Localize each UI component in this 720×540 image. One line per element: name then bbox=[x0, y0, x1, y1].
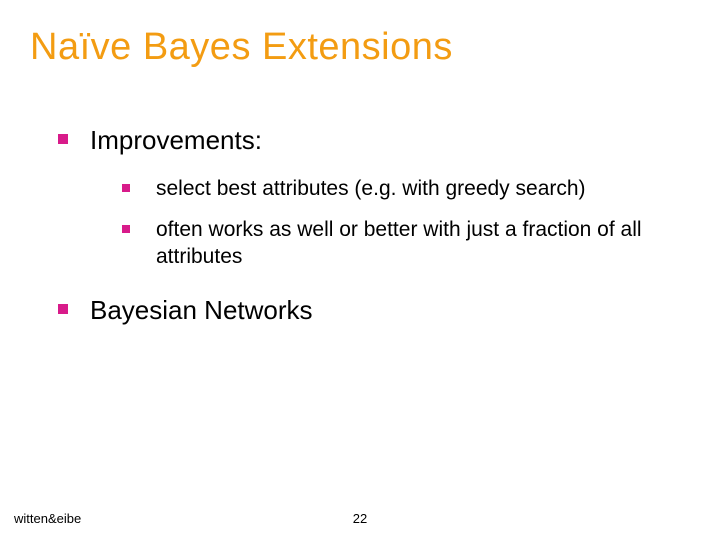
slide-title: Naïve Bayes Extensions bbox=[30, 26, 453, 69]
slide-body: Improvements: select best attributes (e.… bbox=[58, 124, 680, 345]
list-item-text: Improvements: bbox=[90, 124, 262, 157]
list-item: often works as well or better with just … bbox=[122, 216, 680, 271]
list-item: select best attributes (e.g. with greedy… bbox=[122, 175, 680, 202]
square-bullet-icon bbox=[122, 184, 130, 192]
square-bullet-icon bbox=[58, 304, 68, 314]
footer-page-number: 22 bbox=[0, 511, 720, 526]
list-item-text: select best attributes (e.g. with greedy… bbox=[156, 175, 586, 202]
square-bullet-icon bbox=[122, 225, 130, 233]
list-item-text: often works as well or better with just … bbox=[156, 216, 656, 271]
slide: Naïve Bayes Extensions Improvements: sel… bbox=[0, 0, 720, 540]
list-item: Improvements: bbox=[58, 124, 680, 157]
list-item: Bayesian Networks bbox=[58, 294, 680, 327]
list-item-text: Bayesian Networks bbox=[90, 294, 313, 327]
square-bullet-icon bbox=[58, 134, 68, 144]
